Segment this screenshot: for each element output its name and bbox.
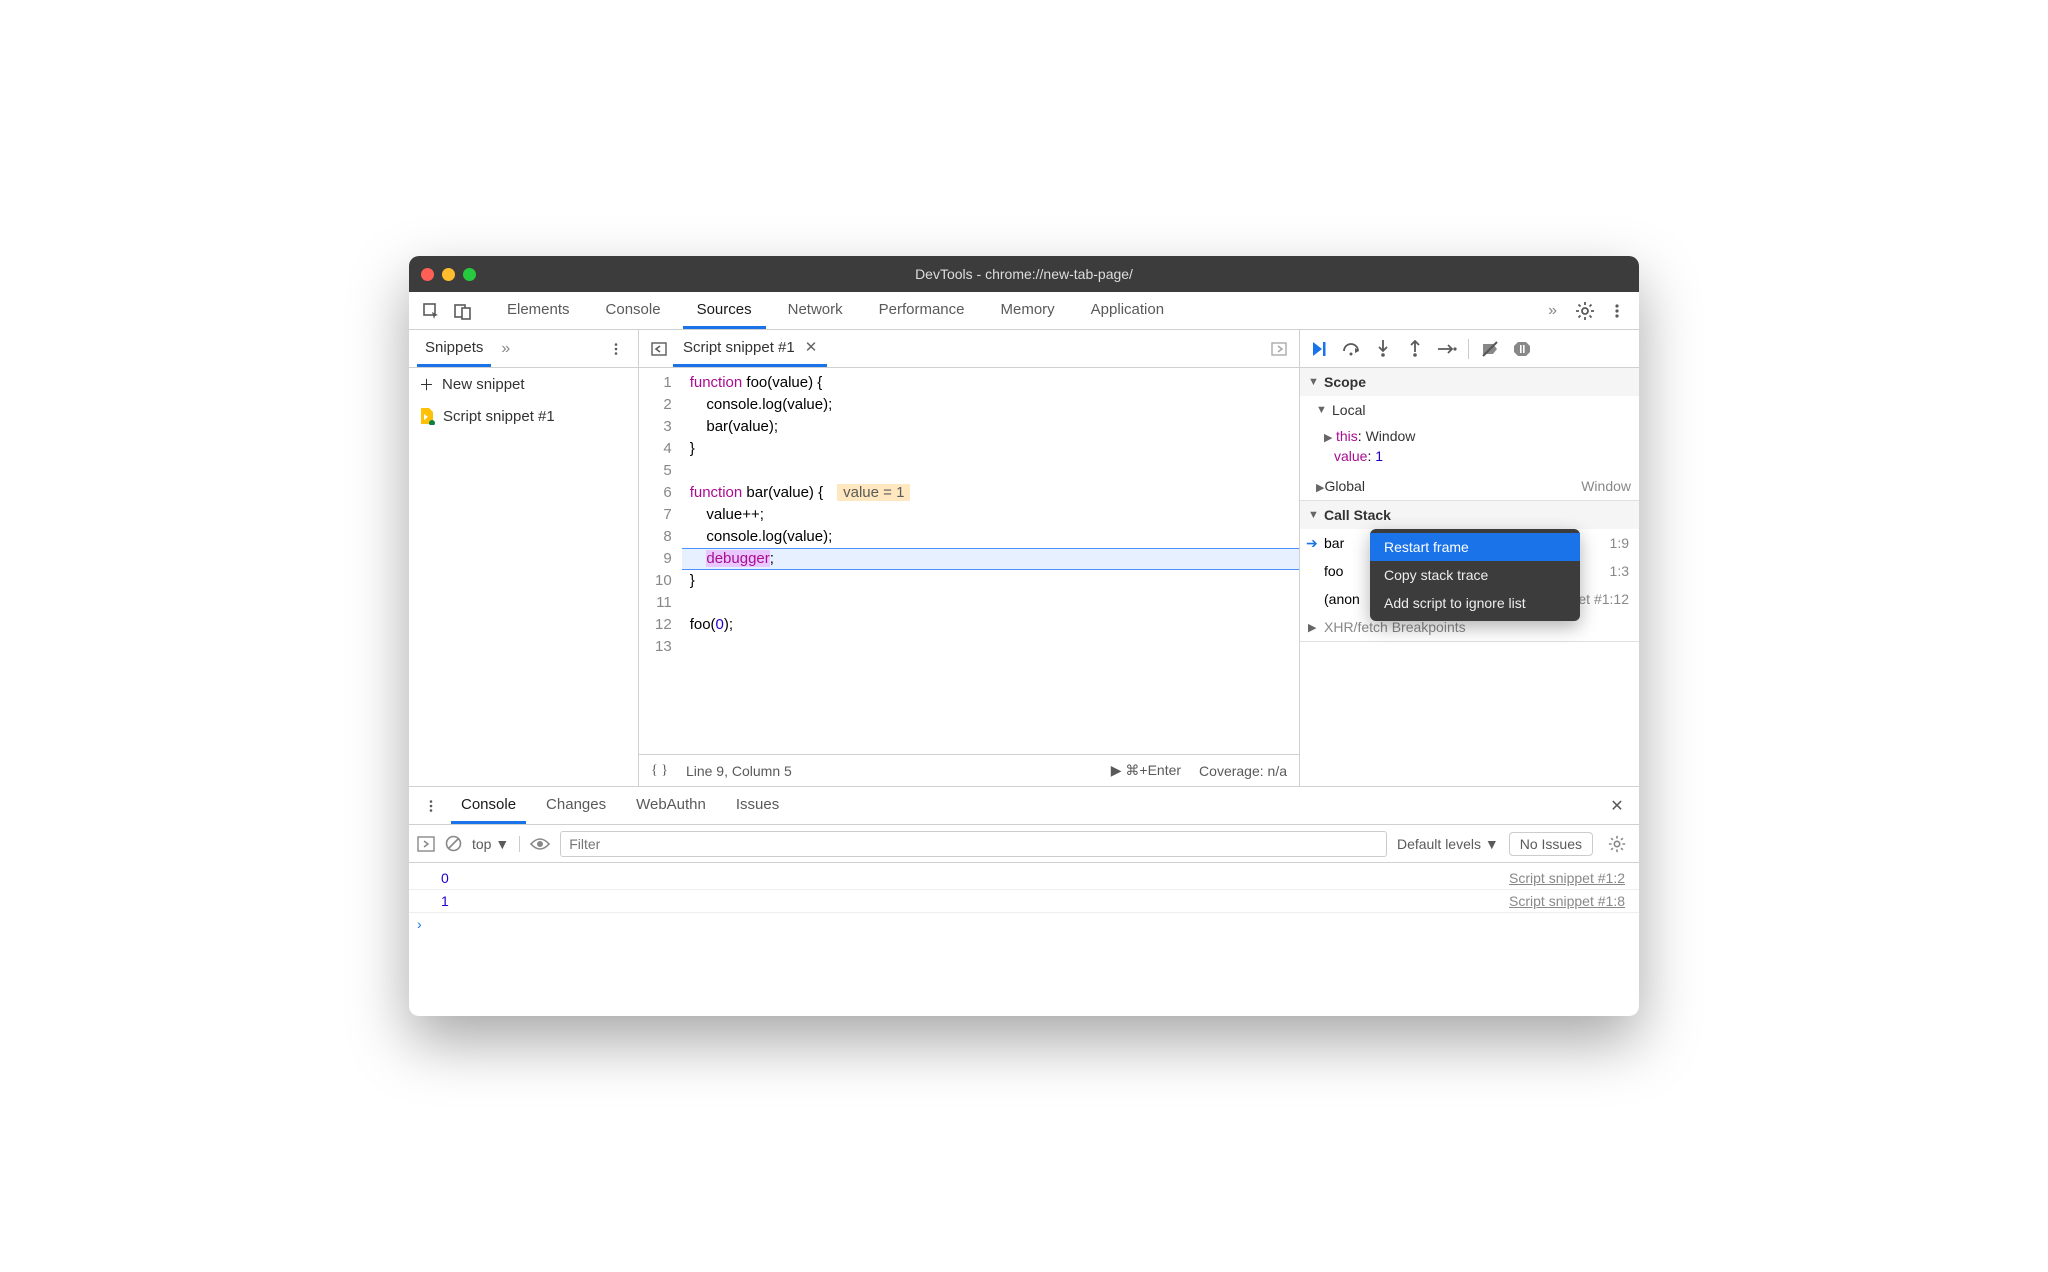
drawer-tab-webauthn[interactable]: WebAuthn	[626, 788, 716, 824]
inspect-icon[interactable]	[417, 297, 445, 325]
main-toolbar: ElementsConsoleSourcesNetworkPerformance…	[409, 292, 1639, 330]
step-into-icon[interactable]	[1372, 338, 1394, 360]
editor-statusbar: { } Line 9, Column 5 ▶ ⌘+Enter Coverage:…	[639, 754, 1299, 786]
close-tab-icon[interactable]: ✕	[805, 338, 818, 356]
step-icon[interactable]	[1436, 338, 1458, 360]
drawer-tab-changes[interactable]: Changes	[536, 788, 616, 824]
device-toggle-icon[interactable]	[449, 297, 477, 325]
tab-network[interactable]: Network	[774, 293, 857, 329]
run-snippet-button[interactable]: ▶ ⌘+Enter	[1111, 762, 1181, 779]
close-drawer-icon[interactable]: ✕	[1603, 792, 1631, 820]
editor-area: Script snippet #1 ✕ 12345678910111213 fu…	[639, 330, 1299, 786]
levels-selector[interactable]: Default levels ▼	[1397, 836, 1499, 852]
settings-icon[interactable]	[1571, 297, 1599, 325]
scope-local-header[interactable]: ▼Local	[1300, 396, 1639, 424]
new-snippet-button[interactable]: ＋ New snippet	[409, 368, 638, 401]
live-expression-icon[interactable]	[530, 837, 550, 851]
window-title: DevTools - chrome://new-tab-page/	[409, 266, 1639, 282]
plus-icon: ＋	[419, 374, 434, 395]
tab-performance[interactable]: Performance	[865, 293, 979, 329]
console-sidebar-toggle-icon[interactable]	[417, 836, 435, 852]
main-tabs: ElementsConsoleSourcesNetworkPerformance…	[493, 293, 1534, 329]
callstack-header[interactable]: ▼Call Stack	[1300, 501, 1639, 529]
snippet-item[interactable]: Script snippet #1	[409, 401, 638, 431]
drawer-tab-issues[interactable]: Issues	[726, 788, 789, 824]
sources-sidebar: Snippets » ＋ New snippet Script snippet …	[409, 330, 639, 786]
tab-sources[interactable]: Sources	[683, 293, 766, 329]
resume-icon[interactable]	[1308, 338, 1330, 360]
sidebar-menu-icon[interactable]	[602, 335, 630, 363]
titlebar: DevTools - chrome://new-tab-page/	[409, 256, 1639, 292]
drawer: Console Changes WebAuthn Issues ✕ top ▼ Def…	[409, 786, 1639, 1016]
step-over-icon[interactable]	[1340, 338, 1362, 360]
drawer-menu-icon[interactable]	[417, 792, 445, 820]
filter-input[interactable]	[560, 831, 1387, 857]
kebab-menu-icon[interactable]	[1603, 297, 1631, 325]
pretty-print-icon[interactable]: { }	[651, 763, 668, 779]
cursor-position: Line 9, Column 5	[686, 763, 792, 779]
debugger-pane: ▼Scope ▼Local ▶this: Window value: 1 ▶Gl…	[1299, 330, 1639, 786]
toggle-navigator-icon[interactable]	[645, 335, 673, 363]
step-out-icon[interactable]	[1404, 338, 1426, 360]
snippet-icon	[419, 407, 435, 425]
tab-console[interactable]: Console	[592, 293, 675, 329]
console-prompt[interactable]: ›	[409, 913, 1639, 935]
tab-application[interactable]: Application	[1077, 293, 1178, 329]
snippets-tab[interactable]: Snippets	[417, 331, 491, 367]
ctx-item[interactable]: Restart frame	[1370, 533, 1580, 561]
context-selector[interactable]: top ▼	[472, 836, 520, 852]
tab-memory[interactable]: Memory	[987, 293, 1069, 329]
pause-exceptions-icon[interactable]	[1511, 338, 1533, 360]
scope-header[interactable]: ▼Scope	[1300, 368, 1639, 396]
toggle-debugger-icon[interactable]	[1265, 335, 1293, 363]
clear-console-icon[interactable]	[445, 835, 462, 852]
ctx-item[interactable]: Add script to ignore list	[1370, 589, 1580, 617]
scope-global-header[interactable]: ▶GlobalWindow	[1300, 472, 1639, 500]
deactivate-breakpoints-icon[interactable]	[1479, 338, 1501, 360]
console-message: 0Script snippet #1:2	[409, 867, 1639, 890]
scope-this[interactable]: ▶this: Window	[1320, 426, 1639, 446]
issues-button[interactable]: No Issues	[1509, 832, 1593, 856]
tab-elements[interactable]: Elements	[493, 293, 584, 329]
context-menu: Restart frameCopy stack traceAdd script …	[1370, 529, 1580, 621]
sidebar-more-icon[interactable]: »	[491, 340, 520, 358]
scope-value[interactable]: value: 1	[1320, 446, 1639, 466]
console-settings-icon[interactable]	[1603, 830, 1631, 858]
editor-tab[interactable]: Script snippet #1 ✕	[673, 330, 827, 367]
ctx-item[interactable]: Copy stack trace	[1370, 561, 1580, 589]
console-message: 1Script snippet #1:8	[409, 890, 1639, 913]
code-editor[interactable]: 12345678910111213 function foo(value) { …	[639, 368, 1299, 754]
drawer-tab-console[interactable]: Console	[451, 788, 526, 824]
coverage-label: Coverage: n/a	[1199, 763, 1287, 779]
more-tabs-icon[interactable]: »	[1538, 302, 1567, 320]
